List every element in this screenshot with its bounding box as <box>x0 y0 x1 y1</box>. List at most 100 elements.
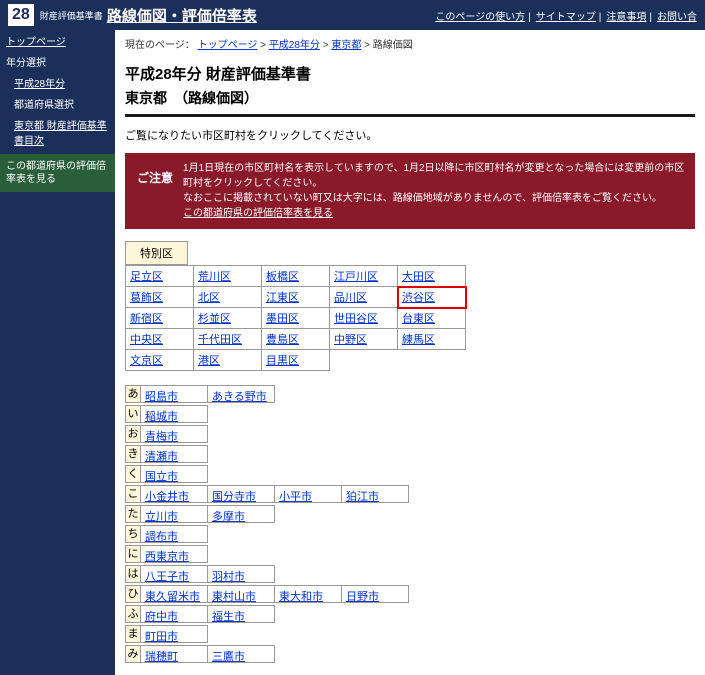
ward-cell: 港区 <box>194 350 262 371</box>
ward-link[interactable]: 渋谷区 <box>402 292 435 304</box>
city-index: ま <box>125 625 141 643</box>
city-link[interactable]: 町田市 <box>145 631 178 643</box>
city-link[interactable]: 多摩市 <box>212 511 245 523</box>
city-cell: 稲城市 <box>140 405 208 423</box>
ward-cell: 渋谷区 <box>398 287 466 308</box>
city-link[interactable]: あきる野市 <box>212 391 267 403</box>
sidebar-top-link[interactable]: トップページ <box>0 30 115 51</box>
ward-link[interactable]: 練馬区 <box>402 334 435 346</box>
city-index: あ <box>125 385 141 403</box>
city-link[interactable]: 羽村市 <box>212 571 245 583</box>
city-link[interactable]: 清瀬市 <box>145 451 178 463</box>
city-cell: 多摩市 <box>207 505 275 523</box>
breadcrumb-pref[interactable]: 東京都 <box>331 40 361 51</box>
ward-link[interactable]: 足立区 <box>130 271 163 283</box>
ward-section: 特別区 足立区 荒川区 板橋区 江戸川区 大田区葛飾区 北区 江東区 品川区 渋谷区新宿区 杉並区… <box>125 241 695 371</box>
city-link[interactable]: 調布市 <box>145 531 178 543</box>
ward-link[interactable]: 中野区 <box>334 334 367 346</box>
city-index: み <box>125 645 141 663</box>
ward-cell: 練馬区 <box>398 329 466 350</box>
ward-cell: 文京区 <box>126 350 194 371</box>
ward-link[interactable]: 文京区 <box>130 355 163 367</box>
city-list: あ昭島市あきる野市い稲城市お青梅市き清瀬市く国立市こ小金井市国分寺市小平市狛江市… <box>125 385 695 663</box>
city-link[interactable]: 国分寺市 <box>212 491 256 503</box>
header-link-sitemap[interactable]: サイトマップ <box>536 12 596 23</box>
ward-cell: 北区 <box>194 287 262 308</box>
ward-link[interactable]: 大田区 <box>402 271 435 283</box>
sidebar-toc-link[interactable]: 東京都 財産評価基準書目次 <box>0 114 115 150</box>
ward-cell: 江戸川区 <box>330 266 398 287</box>
header-title[interactable]: 路線価図・評価倍率表 <box>107 5 257 26</box>
ward-link[interactable]: 北区 <box>198 292 220 304</box>
ward-cell: 荒川区 <box>194 266 262 287</box>
city-link[interactable]: 小平市 <box>279 491 312 503</box>
city-index: こ <box>125 485 141 503</box>
city-link[interactable]: 福生市 <box>212 611 245 623</box>
city-link[interactable]: 昭島市 <box>145 391 178 403</box>
city-link[interactable]: 東大和市 <box>279 591 323 603</box>
ward-header: 特別区 <box>125 241 188 265</box>
city-link[interactable]: 立川市 <box>145 511 178 523</box>
city-cell: 福生市 <box>207 605 275 623</box>
ward-link[interactable]: 江戸川区 <box>334 271 378 283</box>
ward-cell: 中央区 <box>126 329 194 350</box>
ward-cell: 目黒区 <box>262 350 330 371</box>
city-link[interactable]: 府中市 <box>145 611 178 623</box>
city-index: ひ <box>125 585 141 603</box>
ward-link[interactable]: 台東区 <box>402 313 435 325</box>
ward-link[interactable]: 荒川区 <box>198 271 231 283</box>
ward-cell: 新宿区 <box>126 308 194 329</box>
header: 28 財産評価基準書 路線価図・評価倍率表 このページの使い方|サイトマップ|注… <box>0 0 705 30</box>
city-link[interactable]: 青梅市 <box>145 431 178 443</box>
ward-link[interactable]: 豊島区 <box>266 334 299 346</box>
ward-cell: 足立区 <box>126 266 194 287</box>
city-link[interactable]: 東久留米市 <box>145 591 200 603</box>
ward-cell: 杉並区 <box>194 308 262 329</box>
ward-link[interactable]: 港区 <box>198 355 220 367</box>
header-link-caution[interactable]: 注意事項 <box>606 12 646 23</box>
ward-link[interactable]: 新宿区 <box>130 313 163 325</box>
city-link[interactable]: 西東京市 <box>145 551 189 563</box>
page-subtitle: 東京都 （路線価図） <box>125 88 695 117</box>
city-link[interactable]: 八王子市 <box>145 571 189 583</box>
breadcrumb-year[interactable]: 平成28年分 <box>269 40 320 51</box>
ward-link[interactable]: 目黒区 <box>266 355 299 367</box>
sidebar-year-link[interactable]: 平成28年分 <box>0 72 115 93</box>
ward-link[interactable]: 杉並区 <box>198 313 231 325</box>
city-link[interactable]: 狛江市 <box>346 491 379 503</box>
city-link[interactable]: 日野市 <box>346 591 379 603</box>
city-cell: あきる野市 <box>207 385 275 403</box>
notice-link[interactable]: この都道府県の評価倍率表を見る <box>183 208 333 219</box>
city-link[interactable]: 東村山市 <box>212 591 256 603</box>
ward-link[interactable]: 江東区 <box>266 292 299 304</box>
header-link-usage[interactable]: このページの使い方 <box>435 12 525 23</box>
city-cell: 三鷹市 <box>207 645 275 663</box>
page-title: 平成28年分 財産評価基準書 <box>125 63 695 84</box>
ward-link[interactable]: 世田谷区 <box>334 313 378 325</box>
header-link-contact[interactable]: お問い合 <box>657 12 697 23</box>
city-link[interactable]: 国立市 <box>145 471 178 483</box>
sidebar-year-select: 年分選択 <box>0 51 115 72</box>
ward-link[interactable]: 葛飾区 <box>130 292 163 304</box>
ward-cell: 板橋区 <box>262 266 330 287</box>
city-cell: 東久留米市 <box>140 585 208 603</box>
ward-link[interactable]: 墨田区 <box>266 313 299 325</box>
city-link[interactable]: 稲城市 <box>145 411 178 423</box>
city-link[interactable]: 三鷹市 <box>212 651 245 663</box>
breadcrumb-top[interactable]: トップページ <box>198 40 258 51</box>
ward-link[interactable]: 千代田区 <box>198 334 242 346</box>
city-link[interactable]: 瑞穂町 <box>145 651 178 663</box>
ward-link[interactable]: 品川区 <box>334 292 367 304</box>
city-link[interactable]: 小金井市 <box>145 491 189 503</box>
ward-cell: 墨田区 <box>262 308 330 329</box>
ward-cell: 中野区 <box>330 329 398 350</box>
ward-link[interactable]: 中央区 <box>130 334 163 346</box>
city-cell: 東大和市 <box>274 585 342 603</box>
sidebar-rate-banner[interactable]: この都道府県の評価倍率表を見る <box>0 154 115 192</box>
breadcrumb: 現在のページ： トップページ > 平成28年分 > 東京都 > 路線価図 <box>125 30 695 57</box>
city-cell: 青梅市 <box>140 425 208 443</box>
ward-link[interactable]: 板橋区 <box>266 271 299 283</box>
city-cell: 狛江市 <box>341 485 409 503</box>
city-cell: 西東京市 <box>140 545 208 563</box>
city-cell: 立川市 <box>140 505 208 523</box>
